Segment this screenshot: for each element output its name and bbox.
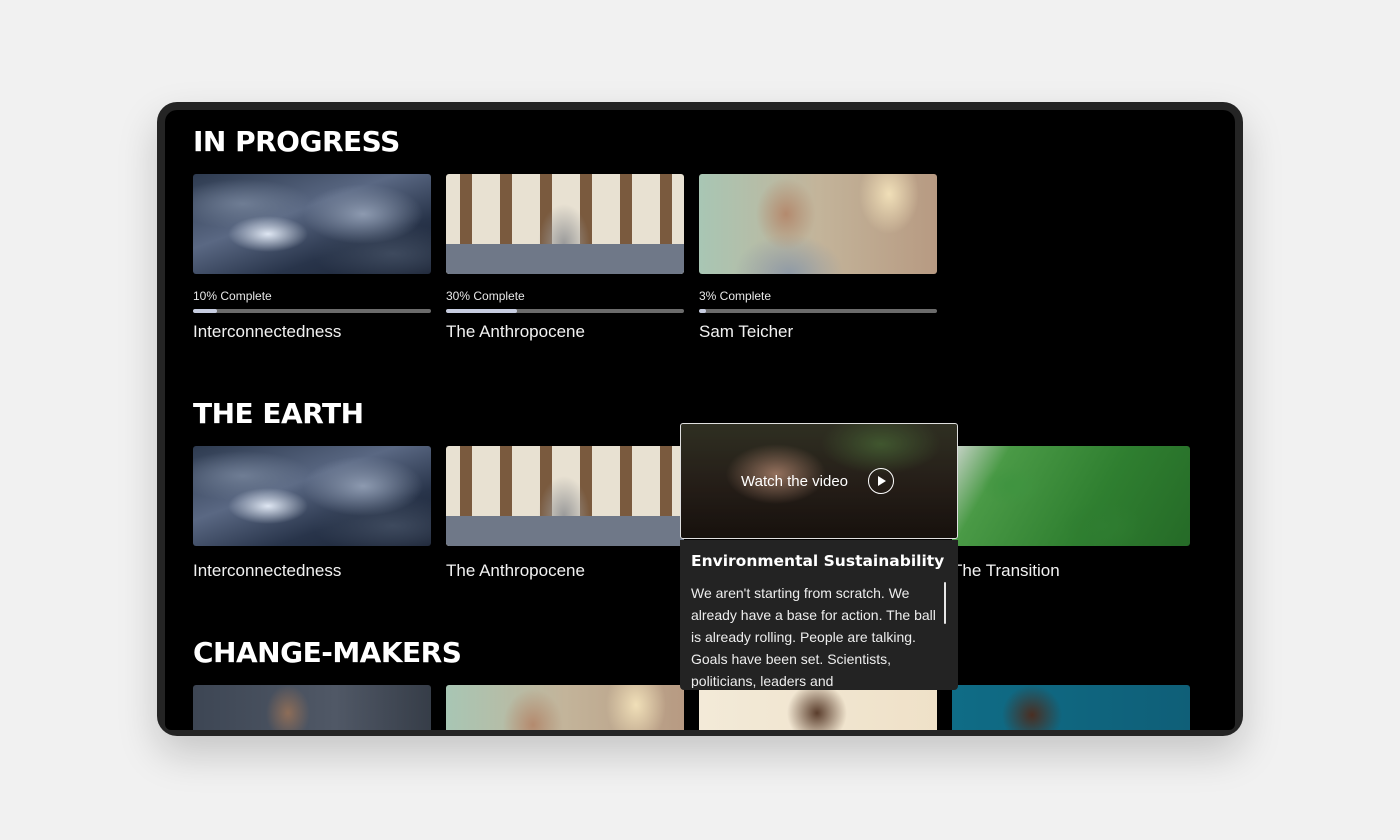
watch-video-label[interactable]: Watch the video <box>741 468 848 496</box>
progress-bar <box>193 309 431 313</box>
play-icon[interactable] <box>868 468 894 494</box>
video-thumbnail[interactable] <box>193 446 431 546</box>
progress-label: 3% Complete <box>699 289 772 303</box>
video-thumbnail[interactable] <box>193 174 431 274</box>
street-ground <box>446 174 684 274</box>
video-thumbnail[interactable] <box>699 174 937 274</box>
video-hover-card[interactable]: Watch the video Environmental Sustainabi… <box>680 423 958 690</box>
video-title[interactable]: The Transition <box>952 562 1060 579</box>
progress-label: 30% Complete <box>446 289 525 303</box>
video-thumbnail[interactable] <box>952 446 1190 546</box>
progress-bar <box>699 309 937 313</box>
card-description: We aren't starting from scratch. We alre… <box>691 585 936 688</box>
video-thumbnail[interactable] <box>446 446 684 546</box>
section-heading-in-progress: IN PROGRESS <box>193 125 400 158</box>
progress-fill <box>699 309 707 313</box>
video-title[interactable]: The Anthropocene <box>446 323 585 340</box>
video-title[interactable]: The Anthropocene <box>446 562 585 579</box>
app-screen: IN PROGRESS 10% Complete Interconnectedn… <box>165 110 1235 730</box>
video-thumbnail[interactable] <box>446 174 684 274</box>
video-thumbnail[interactable] <box>446 685 684 730</box>
section-heading-the-earth: THE EARTH <box>193 397 364 430</box>
device-frame: IN PROGRESS 10% Complete Interconnectedn… <box>157 102 1243 736</box>
video-thumbnail[interactable] <box>699 685 937 730</box>
progress-label: 10% Complete <box>193 289 272 303</box>
progress-bar <box>446 309 684 313</box>
description-scrollbar[interactable] <box>944 582 946 624</box>
video-thumbnail[interactable] <box>952 685 1190 730</box>
street-ground <box>446 446 684 546</box>
card-details: Environmental Sustainability We aren't s… <box>680 540 958 690</box>
card-title: Environmental Sustainability <box>691 552 945 570</box>
video-title[interactable]: Sam Teicher <box>699 323 793 340</box>
progress-fill <box>446 309 518 313</box>
video-title[interactable]: Interconnectedness <box>193 562 341 579</box>
video-preview[interactable]: Watch the video <box>680 423 958 539</box>
video-thumbnail[interactable] <box>193 685 431 730</box>
section-heading-change-makers: CHANGE-MAKERS <box>193 636 462 669</box>
video-title[interactable]: Interconnectedness <box>193 323 341 340</box>
progress-fill <box>193 309 217 313</box>
